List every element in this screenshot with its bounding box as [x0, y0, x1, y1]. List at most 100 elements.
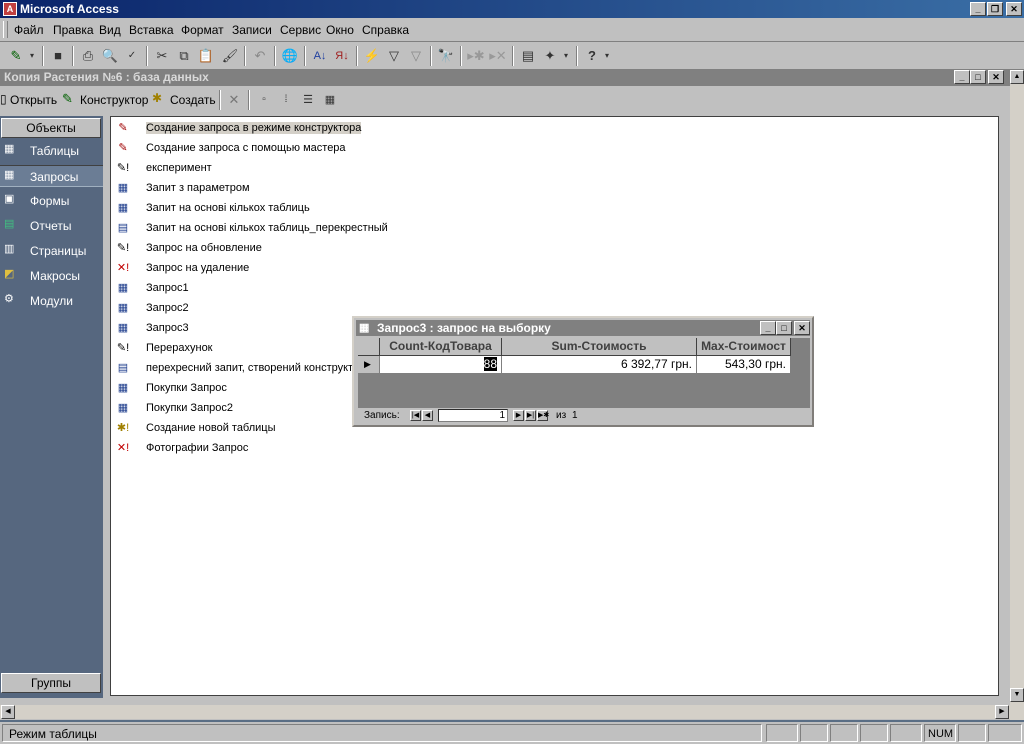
list-item[interactable]: ▦ Запит на основі кількох таблиць: [111, 199, 711, 219]
minimize-button[interactable]: _: [970, 2, 986, 16]
dropdown-arrow-icon[interactable]: ▾: [602, 46, 612, 66]
scroll-left-button[interactable]: ◀: [1, 705, 15, 719]
print-icon[interactable]: ⎙: [78, 46, 98, 66]
objects-item-tables[interactable]: ▦ Таблицы: [0, 140, 103, 162]
create-button[interactable]: Создать: [170, 93, 216, 107]
delete-icon[interactable]: ✕: [224, 90, 244, 110]
prev-record-button[interactable]: ◀: [422, 410, 433, 421]
help-icon[interactable]: ?: [582, 46, 602, 66]
list-item[interactable]: ✎ Создание запроса с помощью мастера: [111, 139, 711, 159]
delete-record-icon[interactable]: ▸✕: [488, 46, 508, 66]
objects-item-queries[interactable]: ▦ Запросы: [0, 165, 103, 187]
new-record-icon[interactable]: ▸✱: [466, 46, 486, 66]
maximize-button[interactable]: ❐: [987, 2, 1003, 16]
db-minimize-button[interactable]: _: [954, 70, 970, 84]
last-record-button[interactable]: ▶|: [525, 410, 536, 421]
list-item[interactable]: ▦ Запрос1: [111, 279, 711, 299]
large-icons-icon[interactable]: ▫: [254, 90, 274, 110]
toolbar-separator: [356, 46, 358, 66]
undo-icon[interactable]: ↶: [250, 46, 270, 66]
menu-insert[interactable]: Вставка: [129, 23, 174, 37]
query-close-button[interactable]: ✕: [794, 321, 810, 335]
column-header[interactable]: Count-КодТовара: [380, 338, 502, 356]
dropdown-arrow-icon[interactable]: ▾: [27, 46, 37, 66]
copy-icon[interactable]: ⧉: [174, 46, 194, 66]
print-preview-icon[interactable]: 🔍: [100, 46, 120, 66]
details-view-icon[interactable]: ▦: [320, 90, 340, 110]
access-logo-icon: A: [3, 2, 17, 16]
menu-view[interactable]: Вид: [99, 23, 121, 37]
table-cell[interactable]: 543,30 грн.: [697, 356, 791, 374]
list-item[interactable]: ✎! Запрос на обновление: [111, 239, 711, 259]
first-record-button[interactable]: |◀: [410, 410, 421, 421]
horizontal-scrollbar[interactable]: ◀ ▶: [0, 705, 1010, 719]
menu-bar: Файл Правка Вид Вставка Формат Записи Се…: [0, 18, 1024, 42]
menu-format[interactable]: Формат: [181, 23, 224, 37]
list-item[interactable]: ✎ Создание запроса в режиме конструктора: [111, 119, 711, 139]
column-header[interactable]: Max-Стоимост: [697, 338, 791, 356]
open-button[interactable]: Открыть: [10, 93, 57, 107]
menu-records[interactable]: Записи: [232, 23, 272, 37]
sort-ascending-icon[interactable]: A↓: [310, 46, 330, 66]
db-close-button[interactable]: ✕: [988, 70, 1004, 84]
list-item[interactable]: ✎! експеримент: [111, 159, 711, 179]
find-icon[interactable]: 🔭: [436, 46, 456, 66]
cut-icon[interactable]: ✂: [152, 46, 172, 66]
select-query-icon: ▦: [117, 402, 129, 414]
query-minimize-button[interactable]: _: [760, 321, 776, 335]
record-number-input[interactable]: 1: [438, 409, 508, 422]
select-query-icon: ▦: [117, 322, 129, 334]
next-record-button[interactable]: ▶: [513, 410, 524, 421]
column-header[interactable]: Sum-Стоимость: [502, 338, 697, 356]
row-selector[interactable]: ▶: [358, 356, 380, 374]
apply-filter-icon[interactable]: ▽: [406, 46, 426, 66]
vertical-scrollbar[interactable]: ▲ ▼: [1010, 70, 1024, 720]
format-painter-icon[interactable]: 🖌: [220, 46, 240, 66]
list-item[interactable]: ✕! Фотографии Запрос: [111, 439, 711, 459]
list-item-label: Запит з параметром: [146, 182, 250, 194]
spelling-icon[interactable]: ✓: [122, 46, 142, 66]
objects-item-macros[interactable]: ◩ Макросы: [0, 265, 103, 287]
save-icon[interactable]: ■: [48, 46, 68, 66]
list-item[interactable]: ▦ Запит з параметром: [111, 179, 711, 199]
query-maximize-button[interactable]: □: [776, 321, 792, 335]
list-view-icon[interactable]: ☰: [298, 90, 318, 110]
close-button[interactable]: ✕: [1006, 2, 1022, 16]
table-cell[interactable]: 6 392,77 грн.: [502, 356, 697, 374]
paste-icon[interactable]: 📋: [196, 46, 216, 66]
database-window-icon[interactable]: ▤: [518, 46, 538, 66]
menu-help[interactable]: Справка: [362, 23, 409, 37]
scroll-up-button[interactable]: ▲: [1010, 70, 1024, 84]
groups-button[interactable]: Группы: [1, 673, 101, 693]
db-maximize-button[interactable]: □: [970, 70, 986, 84]
objects-item-pages[interactable]: ▥ Страницы: [0, 240, 103, 262]
status-panel: [958, 724, 986, 742]
objects-panel: Объекты ▦ Таблицы ▦ Запросы ▣ Формы ▤ Отчеты…: [0, 116, 103, 698]
scroll-down-button[interactable]: ▼: [1010, 688, 1024, 702]
objects-item-modules[interactable]: ⚙ Модули: [0, 290, 103, 312]
new-object-icon[interactable]: ✦: [540, 46, 560, 66]
status-text: Режим таблицы: [9, 727, 97, 741]
hyperlink-icon[interactable]: 🌐: [280, 46, 300, 66]
sort-descending-icon[interactable]: Я↓: [332, 46, 352, 66]
scroll-right-button[interactable]: ▶: [995, 705, 1009, 719]
objects-header[interactable]: Объекты: [1, 118, 101, 138]
design-button[interactable]: Конструктор: [80, 93, 148, 107]
filter-by-form-icon[interactable]: ▽: [384, 46, 404, 66]
menu-window[interactable]: Окно: [326, 23, 354, 37]
design-view-icon[interactable]: ✎: [6, 46, 26, 66]
table-cell[interactable]: 88: [380, 356, 502, 374]
menu-tools[interactable]: Сервис: [280, 23, 321, 37]
filter-by-selection-icon[interactable]: ⚡: [362, 46, 382, 66]
dropdown-arrow-icon[interactable]: ▾: [561, 46, 571, 66]
menu-edit[interactable]: Правка: [53, 23, 94, 37]
objects-item-reports[interactable]: ▤ Отчеты: [0, 215, 103, 237]
small-icons-icon[interactable]: ⁞: [276, 90, 296, 110]
row-selector-header[interactable]: [358, 338, 380, 356]
menu-file[interactable]: Файл: [14, 23, 44, 37]
objects-item-forms[interactable]: ▣ Формы: [0, 190, 103, 212]
list-item[interactable]: ✕! Запрос на удаление: [111, 259, 711, 279]
list-item-label: Запрос на удаление: [146, 262, 250, 274]
list-item[interactable]: ▤ Запит на основі кількох таблиць_перекре…: [111, 219, 711, 239]
new-record-button[interactable]: ▶✱: [537, 410, 549, 421]
